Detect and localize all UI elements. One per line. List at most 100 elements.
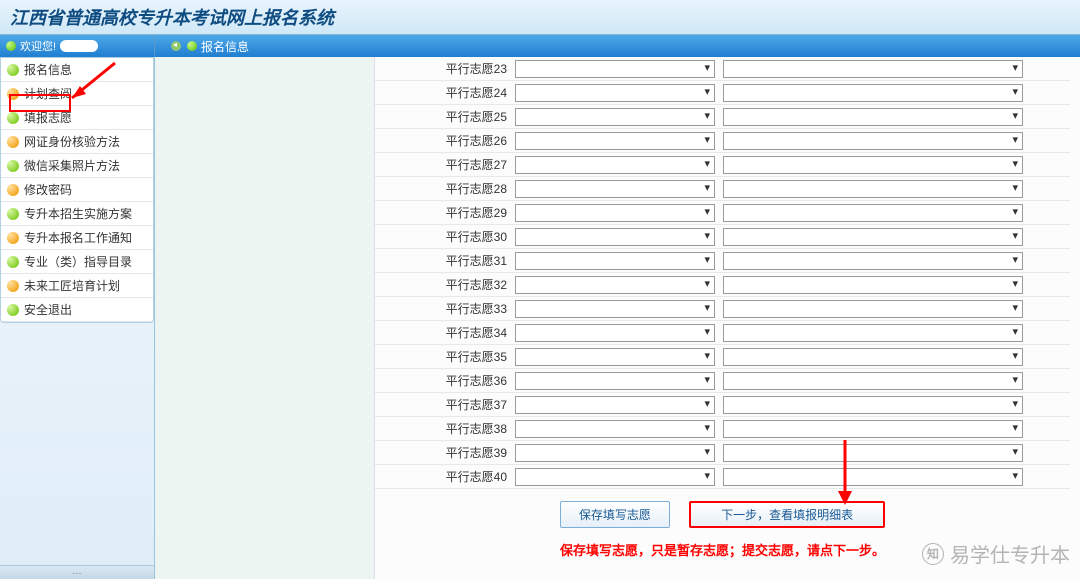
major-select-32[interactable] — [723, 276, 1023, 294]
welcome-bar: 欢迎您! — [0, 35, 155, 57]
sidebar-item-1[interactable]: 计划查阅 — [1, 82, 153, 106]
school-select-23[interactable] — [515, 60, 715, 78]
sidebar-item-label: 专升本报名工作通知 — [24, 229, 132, 246]
sidebar-item-label: 安全退出 — [24, 301, 72, 318]
major-select-39[interactable] — [723, 444, 1023, 462]
school-select-26[interactable] — [515, 132, 715, 150]
sidebar-item-6[interactable]: 专升本招生实施方案 — [1, 202, 153, 226]
row-label: 平行志愿24 — [375, 84, 515, 101]
school-select-38[interactable] — [515, 420, 715, 438]
school-select-25[interactable] — [515, 108, 715, 126]
volunteer-row-25: 平行志愿25 — [375, 105, 1070, 129]
sidebar-item-icon — [7, 64, 19, 76]
row-label: 平行志愿37 — [375, 396, 515, 413]
major-select-25[interactable] — [723, 108, 1023, 126]
row-label: 平行志愿26 — [375, 132, 515, 149]
major-select-35[interactable] — [723, 348, 1023, 366]
row-label: 平行志愿27 — [375, 156, 515, 173]
sidebar-item-label: 修改密码 — [24, 181, 72, 198]
volunteer-row-29: 平行志愿29 — [375, 201, 1070, 225]
row-label: 平行志愿35 — [375, 348, 515, 365]
sidebar-item-4[interactable]: 微信采集照片方法 — [1, 154, 153, 178]
school-select-35[interactable] — [515, 348, 715, 366]
school-select-29[interactable] — [515, 204, 715, 222]
school-select-34[interactable] — [515, 324, 715, 342]
major-select-29[interactable] — [723, 204, 1023, 222]
major-select-37[interactable] — [723, 396, 1023, 414]
major-select-23[interactable] — [723, 60, 1023, 78]
row-label: 平行志愿29 — [375, 204, 515, 221]
volunteer-row-40: 平行志愿40 — [375, 465, 1070, 489]
sidebar-item-0[interactable]: 报名信息 — [1, 58, 153, 82]
major-select-26[interactable] — [723, 132, 1023, 150]
major-select-40[interactable] — [723, 468, 1023, 486]
sidebar-item-icon — [7, 184, 19, 196]
user-icon — [6, 41, 16, 51]
school-select-36[interactable] — [515, 372, 715, 390]
sidebar-item-5[interactable]: 修改密码 — [1, 178, 153, 202]
sidebar-item-10[interactable]: 安全退出 — [1, 298, 153, 322]
form-area: 平行志愿23 平行志愿24 平行志愿25 平行志愿26 平行志愿27 平行志愿28 平行志愿… — [375, 57, 1080, 579]
sidebar-item-icon — [7, 280, 19, 292]
major-select-33[interactable] — [723, 300, 1023, 318]
content: 平行志愿23 平行志愿24 平行志愿25 平行志愿26 平行志愿27 平行志愿28 平行志愿… — [155, 57, 1080, 579]
school-select-24[interactable] — [515, 84, 715, 102]
app-title: 江西省普通高校专升本考试网上报名系统 — [10, 4, 1070, 30]
school-select-39[interactable] — [515, 444, 715, 462]
sidebar-item-icon — [7, 208, 19, 220]
school-select-30[interactable] — [515, 228, 715, 246]
sidebar-item-label: 专业（类）指导目录 — [24, 253, 132, 270]
sidebar-item-2[interactable]: 填报志愿 — [1, 106, 153, 130]
sidebar-item-label: 微信采集照片方法 — [24, 157, 120, 174]
sidebar-item-8[interactable]: 专业（类）指导目录 — [1, 250, 153, 274]
page-name: 报名信息 — [201, 38, 249, 55]
row-label: 平行志愿40 — [375, 468, 515, 485]
sidebar-list: 报名信息计划查阅填报志愿网证身份核验方法微信采集照片方法修改密码专升本招生实施方… — [0, 57, 154, 323]
volunteer-row-36: 平行志愿36 — [375, 369, 1070, 393]
school-select-40[interactable] — [515, 468, 715, 486]
major-select-24[interactable] — [723, 84, 1023, 102]
school-select-28[interactable] — [515, 180, 715, 198]
row-label: 平行志愿23 — [375, 60, 515, 77]
sidebar-item-3[interactable]: 网证身份核验方法 — [1, 130, 153, 154]
major-select-30[interactable] — [723, 228, 1023, 246]
next-button[interactable]: 下一步，查看填报明细表 — [689, 501, 885, 528]
volunteer-row-39: 平行志愿39 — [375, 441, 1070, 465]
school-select-33[interactable] — [515, 300, 715, 318]
row-label: 平行志愿30 — [375, 228, 515, 245]
school-select-31[interactable] — [515, 252, 715, 270]
major-select-28[interactable] — [723, 180, 1023, 198]
volunteer-row-38: 平行志愿38 — [375, 417, 1070, 441]
school-select-32[interactable] — [515, 276, 715, 294]
sidebar-item-icon — [7, 160, 19, 172]
major-select-36[interactable] — [723, 372, 1023, 390]
sidebar-item-7[interactable]: 专升本报名工作通知 — [1, 226, 153, 250]
school-select-27[interactable] — [515, 156, 715, 174]
sidebar-item-label: 填报志愿 — [24, 109, 72, 126]
sidebar-item-icon — [7, 88, 19, 100]
volunteer-row-28: 平行志愿28 — [375, 177, 1070, 201]
sidebar-item-icon — [7, 112, 19, 124]
collapse-icon[interactable] — [171, 41, 181, 51]
major-select-31[interactable] — [723, 252, 1023, 270]
sidebar-item-9[interactable]: 未来工匠培育计划 — [1, 274, 153, 298]
sidebar-item-label: 计划查阅 — [24, 85, 72, 102]
save-button[interactable]: 保存填写志愿 — [560, 501, 670, 528]
zhihu-icon: 知 — [922, 543, 944, 565]
volunteer-row-26: 平行志愿26 — [375, 129, 1070, 153]
school-select-37[interactable] — [515, 396, 715, 414]
row-label: 平行志愿28 — [375, 180, 515, 197]
major-select-34[interactable] — [723, 324, 1023, 342]
watermark-text: 易学仕专升本 — [950, 539, 1070, 568]
sidebar-item-icon — [7, 136, 19, 148]
sidebar-collapse-footer[interactable]: ··· — [0, 565, 154, 579]
watermark: 知 易学仕专升本 — [922, 539, 1070, 568]
major-select-27[interactable] — [723, 156, 1023, 174]
major-select-38[interactable] — [723, 420, 1023, 438]
row-label: 平行志愿32 — [375, 276, 515, 293]
volunteer-row-37: 平行志愿37 — [375, 393, 1070, 417]
volunteer-row-27: 平行志愿27 — [375, 153, 1070, 177]
row-label: 平行志愿25 — [375, 108, 515, 125]
content-gutter — [155, 57, 375, 579]
sidebar-item-label: 专升本招生实施方案 — [24, 205, 132, 222]
